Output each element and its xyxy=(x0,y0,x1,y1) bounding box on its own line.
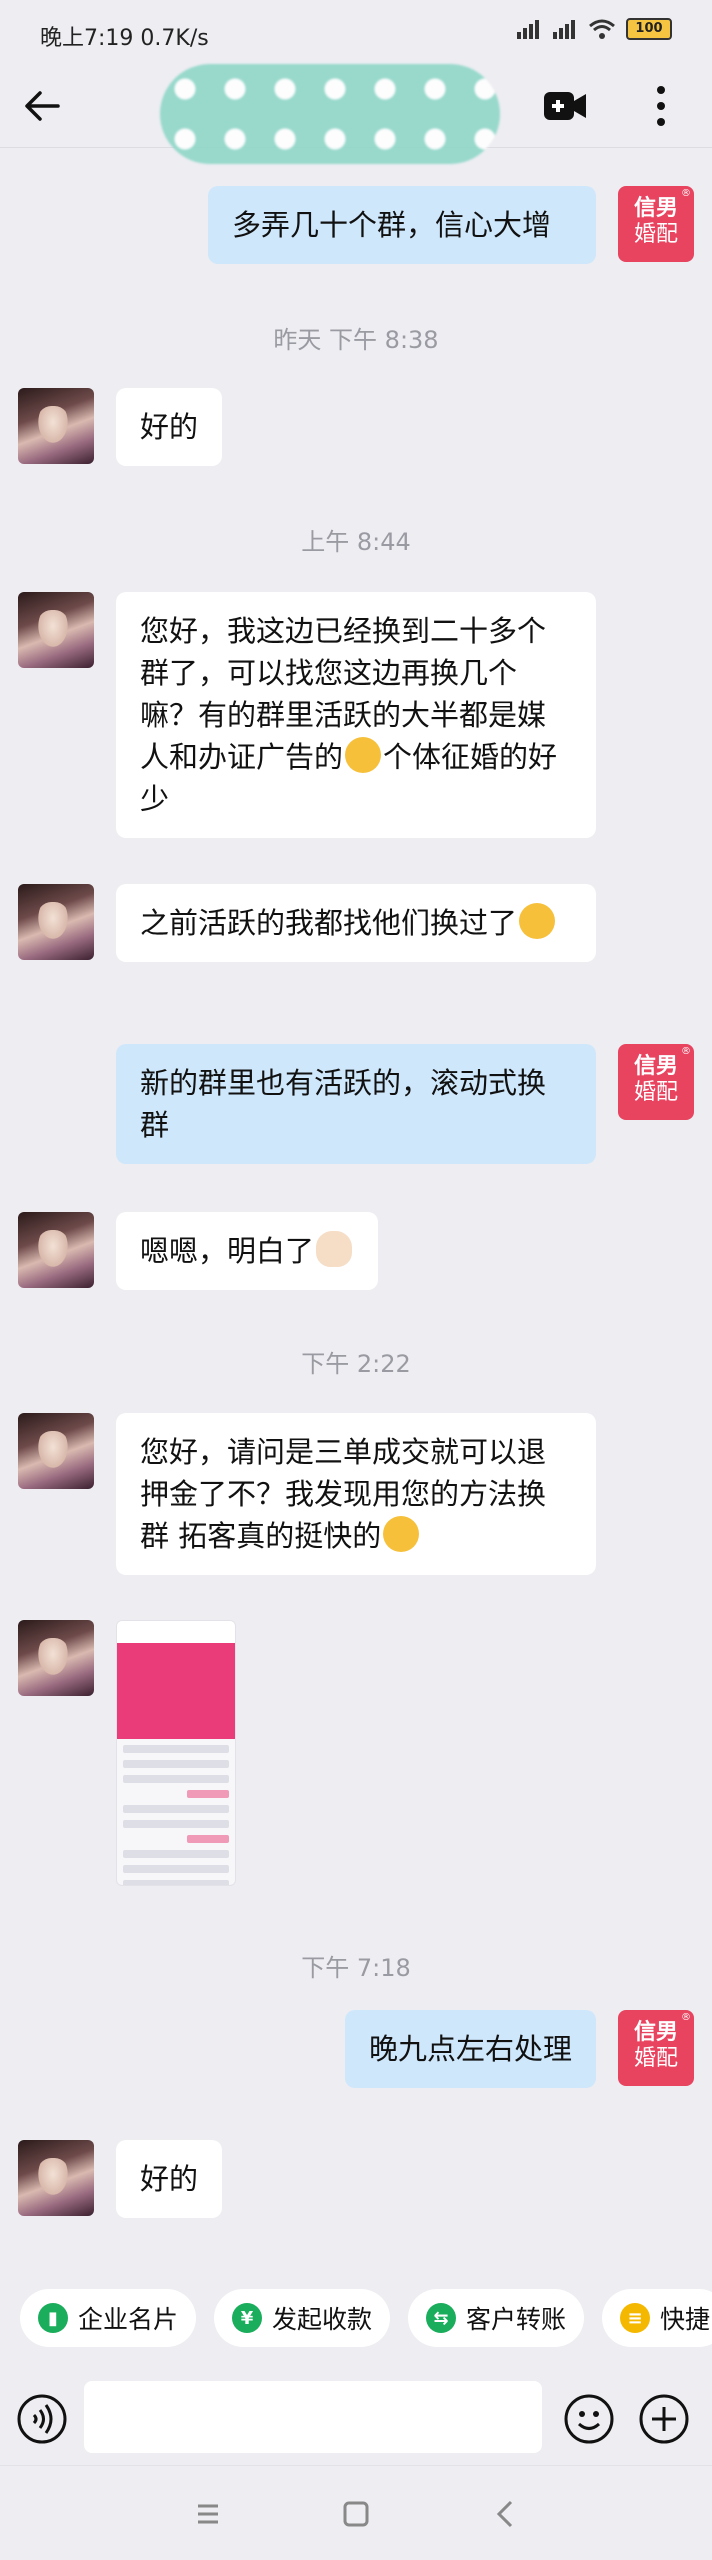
quick-action-customer-transfer[interactable]: ⇆ 客户转账 xyxy=(408,2289,585,2347)
back-arrow-icon[interactable] xyxy=(20,84,64,128)
avatar[interactable] xyxy=(18,1620,94,1696)
message-text: 嗯嗯，明白了 xyxy=(140,1234,315,1268)
plus-more-icon[interactable] xyxy=(638,2393,690,2445)
message-bubble[interactable]: 之前活跃的我都找他们换过了 xyxy=(116,884,596,962)
message-bubble[interactable]: 晚九点左右处理 xyxy=(344,2010,596,2088)
status-time: 晚上7:19 xyxy=(40,26,134,51)
message-input-bar xyxy=(0,2373,712,2465)
quick-action-request-payment[interactable]: ¥ 发起收款 xyxy=(214,2289,391,2347)
back-nav-icon[interactable] xyxy=(486,2496,526,2532)
menu-nav-icon[interactable] xyxy=(188,2496,228,2532)
message-input[interactable] xyxy=(84,2381,542,2453)
avatar[interactable] xyxy=(18,1212,94,1288)
screenshot-image-message[interactable] xyxy=(116,1620,236,1886)
timestamp: 上午 8:44 xyxy=(301,528,411,556)
quick-icon: ≡ xyxy=(620,2303,650,2333)
avatar[interactable] xyxy=(18,1413,94,1489)
grin-emoji-icon xyxy=(383,1516,420,1552)
brand-logo-avatar[interactable]: 信男 婚配 ® xyxy=(618,186,694,262)
message-text: 您好，请问是三单成交就可以退押金了不？我发现用您的方法换群 拓客真的挺快的 xyxy=(140,1435,547,1553)
chat-message-list[interactable]: 多弄几十个群，信心大增 信男 婚配 ® 昨天 下午 8:38 好的 上午 8:44 … xyxy=(0,148,712,2265)
wifi-icon xyxy=(589,19,615,39)
signal-icon xyxy=(553,20,575,39)
status-speed: 0.7K/s xyxy=(140,26,209,51)
avatar[interactable] xyxy=(18,388,94,464)
message-bubble[interactable]: 嗯嗯，明白了 xyxy=(116,1212,379,1290)
message-bubble[interactable]: 新的群里也有活跃的，滚动式换群 xyxy=(116,1044,596,1164)
emoji-picker-icon[interactable] xyxy=(563,2393,615,2445)
message-bubble[interactable]: 多弄几十个群，信心大增 xyxy=(208,186,596,264)
signal-icon xyxy=(517,20,539,39)
card-icon: ▮ xyxy=(38,2303,68,2333)
system-nav-bar xyxy=(0,2465,712,2560)
timestamp: 昨天 下午 8:38 xyxy=(273,326,439,354)
avatar[interactable] xyxy=(18,2140,94,2216)
laugh-cry-emoji-icon xyxy=(519,903,556,939)
home-nav-icon[interactable] xyxy=(336,2496,376,2532)
transfer-icon: ⇆ xyxy=(426,2303,456,2333)
battery-icon: 100 xyxy=(626,18,672,40)
avatar[interactable] xyxy=(18,884,94,960)
quick-action-business-card[interactable]: ▮ 企业名片 xyxy=(20,2289,197,2347)
message-bubble[interactable]: 您好，请问是三单成交就可以退押金了不？我发现用您的方法换群 拓客真的挺快的 xyxy=(116,1413,596,1575)
quick-actions-bar[interactable]: ▮ 企业名片 ¥ 发起收款 ⇆ 客户转账 ≡ 快捷 xyxy=(0,2265,712,2373)
chat-header xyxy=(0,64,712,164)
avatar[interactable] xyxy=(18,592,94,668)
quick-action-shortcut[interactable]: ≡ 快捷 xyxy=(602,2289,712,2347)
timestamp: 下午 7:18 xyxy=(301,1954,411,1982)
message-bubble[interactable]: 好的 xyxy=(116,2140,223,2218)
timestamp: 下午 2:22 xyxy=(301,1350,411,1378)
voice-input-icon[interactable] xyxy=(16,2393,68,2445)
message-bubble[interactable]: 您好，我这边已经换到二十多个群了，可以找您这边再换几个嘛？有的群里活跃的大半都是… xyxy=(116,592,596,838)
message-bubble[interactable]: 好的 xyxy=(116,388,223,466)
message-text: 之前活跃的我都找他们换过了 xyxy=(140,906,518,940)
laugh-cry-emoji-icon xyxy=(345,737,382,773)
status-bar: 晚上7:19 0.7K/s 100 xyxy=(0,0,712,64)
more-options-icon[interactable] xyxy=(645,82,677,130)
video-call-icon[interactable] xyxy=(542,88,588,124)
yen-icon: ¥ xyxy=(232,2303,262,2333)
brand-logo-avatar[interactable]: 信男 婚配 ® xyxy=(618,2010,694,2086)
ok-hand-emoji-icon xyxy=(316,1231,353,1267)
status-indicators: 100 xyxy=(516,18,672,40)
brand-logo-avatar[interactable]: 信男 婚配 ® xyxy=(618,1044,694,1120)
status-time-speed: 晚上7:19 0.7K/s xyxy=(40,20,209,52)
